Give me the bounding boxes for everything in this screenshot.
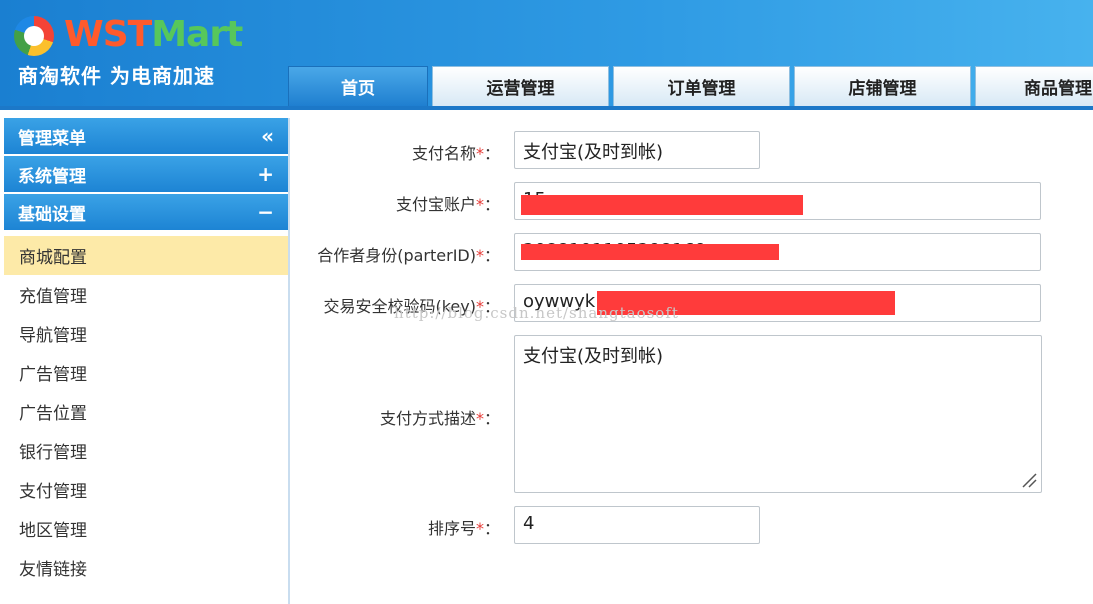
tab-operations[interactable]: 运营管理 [432, 66, 609, 106]
collapse-section-icon[interactable]: − [257, 200, 274, 224]
sidebar-menu-list: 商城配置 充值管理 导航管理 广告管理 广告位置 银行管理 支付管理 地区管理 … [4, 236, 288, 587]
pay-desc-label: 支付方式描述*： [379, 409, 500, 428]
sidebar-section-label: 管理菜单 [18, 128, 86, 149]
form-row-pay-desc: 支付方式描述*： 支付宝(及时到帐) [292, 335, 1042, 493]
sidebar-item-banks[interactable]: 银行管理 [4, 431, 288, 470]
top-nav-tabs: 首页 运营管理 订单管理 店铺管理 商品管理 [288, 66, 1093, 106]
sidebar-section-basic-settings[interactable]: 基础设置 − [4, 194, 288, 230]
sidebar-item-recharge[interactable]: 充值管理 [4, 275, 288, 314]
redaction-mark [521, 195, 803, 215]
logo-mark-icon [14, 16, 54, 56]
sort-order-input[interactable]: 4 [514, 506, 760, 544]
collapse-icon[interactable]: « [261, 124, 274, 148]
watermark: http://blog.csdn.net/shangtaosoft [394, 304, 679, 322]
pay-desc-textarea[interactable]: 支付宝(及时到帐) [514, 335, 1042, 493]
sidebar-item-payments[interactable]: 支付管理 [4, 470, 288, 509]
redaction-mark [521, 244, 779, 260]
resize-grip-icon[interactable] [1019, 470, 1037, 488]
form-row-sort-order: 排序号*： 4 [292, 506, 760, 544]
sort-order-label: 排序号*： [427, 519, 500, 538]
tab-stores[interactable]: 店铺管理 [794, 66, 971, 106]
sidebar-item-ads[interactable]: 广告管理 [4, 353, 288, 392]
sidebar-item-navigation[interactable]: 导航管理 [4, 314, 288, 353]
partner-id-label: 合作者身份(parterID)*： [317, 246, 500, 265]
sidebar-item-regions[interactable]: 地区管理 [4, 509, 288, 548]
pay-name-label: 支付名称*： [411, 144, 500, 163]
tab-products[interactable]: 商品管理 [975, 66, 1093, 106]
form-row-partner-id: 合作者身份(parterID)*： 2088101105298169 [292, 233, 1041, 271]
form-row-alipay-account: 支付宝账户*： 15 [292, 182, 1041, 220]
sidebar: 管理菜单 « 系统管理 + 基础设置 − 商城配置 充值管理 导航管理 广告管理… [4, 118, 290, 604]
sidebar-item-mall-config[interactable]: 商城配置 [4, 236, 288, 275]
logo[interactable]: WSTMart 商淘软件 为电商加速 [14, 14, 264, 94]
pay-desc-value: 支付宝(及时到帐) [523, 346, 664, 367]
form-row-pay-name: 支付名称*： 支付宝(及时到帐) [292, 131, 760, 169]
expand-icon[interactable]: + [257, 162, 274, 186]
sidebar-section-label: 基础设置 [18, 204, 86, 225]
sidebar-item-friend-links[interactable]: 友情链接 [4, 548, 288, 587]
sidebar-section-admin-menu[interactable]: 管理菜单 « [4, 118, 288, 154]
sidebar-section-label: 系统管理 [18, 166, 86, 187]
partner-id-input[interactable]: 2088101105298169 [514, 233, 1041, 271]
alipay-account-label: 支付宝账户*： [395, 195, 500, 214]
payment-config-form: 支付名称*： 支付宝(及时到帐) 支付宝账户*： 15 合作者身份(parter… [292, 110, 1093, 604]
sidebar-item-ad-positions[interactable]: 广告位置 [4, 392, 288, 431]
logo-text: WSTMart [64, 14, 243, 55]
sidebar-section-system[interactable]: 系统管理 + [4, 156, 288, 192]
alipay-account-input[interactable]: 15 [514, 182, 1041, 220]
tab-orders[interactable]: 订单管理 [613, 66, 790, 106]
tab-home[interactable]: 首页 [288, 66, 428, 106]
app-header: WSTMart 商淘软件 为电商加速 首页 运营管理 订单管理 店铺管理 商品管… [0, 0, 1093, 110]
logo-slogan: 商淘软件 为电商加速 [18, 64, 215, 88]
pay-name-input[interactable]: 支付宝(及时到帐) [514, 131, 760, 169]
